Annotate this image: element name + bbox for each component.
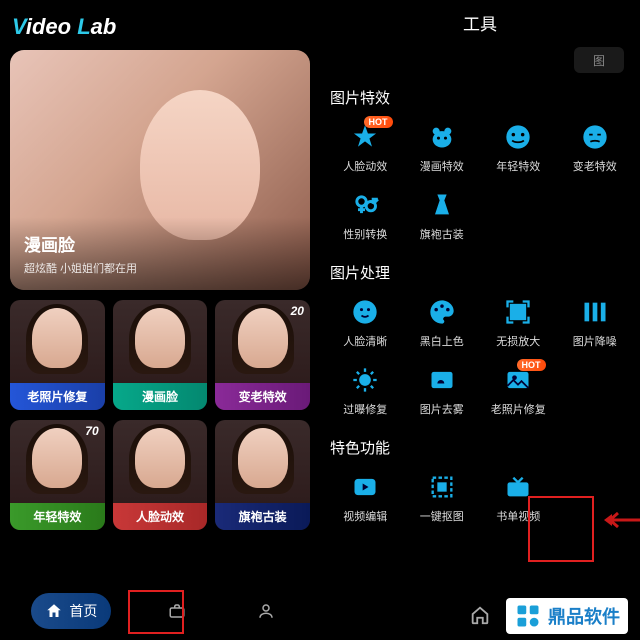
tool-cloud[interactable]: 图片去雾 (407, 359, 478, 423)
bottom-nav: 首页 (10, 586, 310, 640)
gender-icon (350, 190, 380, 220)
bars-icon (580, 297, 610, 327)
card-label: 变老特效 (215, 383, 310, 410)
tool-dress[interactable]: 旗袍古装 (407, 184, 478, 248)
tool-face[interactable]: 人脸清晰 (330, 291, 401, 355)
tool-cutout[interactable]: 一键抠图 (407, 466, 478, 530)
tool-label: 图片去雾 (420, 401, 464, 417)
hero-subtitle: 超炫酷 小姐姐们都在用 (24, 260, 296, 276)
section-title: 特色功能 (330, 431, 630, 466)
tool-expand[interactable]: 无损放大 (483, 291, 554, 355)
watermark: 鼎品软件 (506, 598, 628, 634)
tool-play[interactable]: 视频编辑 (330, 466, 401, 530)
effect-card[interactable]: 漫画脸 (113, 300, 208, 410)
bear-icon (427, 122, 457, 152)
tool-label: 人脸动效 (343, 158, 387, 174)
search-pill[interactable]: 图 (574, 47, 624, 73)
tool-bear[interactable]: 漫画特效 (407, 116, 478, 180)
tool-tv[interactable]: 书单视频 (483, 466, 554, 530)
hero-card[interactable]: 漫画脸 超炫酷 小姐姐们都在用 (10, 50, 310, 290)
card-label: 旗袍古装 (215, 503, 310, 530)
tool-label: 漫画特效 (420, 158, 464, 174)
dress-icon (427, 190, 457, 220)
nav-home[interactable]: 首页 (31, 593, 111, 629)
play-icon (350, 472, 380, 502)
age-badge: 70 (85, 424, 98, 438)
home-screen: Video Lab 漫画脸 超炫酷 小姐姐们都在用 老照片修复漫画脸20变老特效… (0, 0, 320, 640)
palette-icon (427, 297, 457, 327)
tool-sun[interactable]: 过曝修复 (330, 359, 401, 423)
face-icon (350, 297, 380, 327)
tool-bars[interactable]: 图片降噪 (560, 291, 631, 355)
tool-photo[interactable]: HOT 老照片修复 (483, 359, 554, 423)
tool-label: 图片降噪 (573, 333, 617, 349)
tool-label: 无损放大 (496, 333, 540, 349)
hero-title: 漫画脸 (24, 231, 296, 256)
tool-label: 人脸清晰 (343, 333, 387, 349)
tv-icon (503, 472, 533, 502)
tools-screen: 工具 图 图片特效HOT人脸动效漫画特效年轻特效变老特效性别转换旗袍古装图片处理… (320, 0, 640, 640)
tool-label: 过曝修复 (343, 401, 387, 417)
effect-card[interactable]: 旗袍古装 (215, 420, 310, 530)
app-logo: Video Lab (10, 8, 310, 50)
effect-card[interactable]: 70 年轻特效 (10, 420, 105, 530)
smile-icon (503, 122, 533, 152)
home-icon[interactable] (469, 604, 491, 626)
tool-label: 一键抠图 (420, 508, 464, 524)
card-label: 人脸动效 (113, 503, 208, 530)
tool-smile[interactable]: 年轻特效 (483, 116, 554, 180)
home-icon (45, 602, 63, 620)
profile-icon (257, 602, 275, 620)
tool-gender[interactable]: 性别转换 (330, 184, 401, 248)
toolbox-icon (168, 602, 186, 620)
watermark-text: 鼎品软件 (548, 603, 620, 629)
card-label: 年轻特效 (10, 503, 105, 530)
watermark-icon (514, 602, 542, 630)
sun-icon (350, 365, 380, 395)
oldface-icon (580, 122, 610, 152)
tool-label: 变老特效 (573, 158, 617, 174)
tool-palette[interactable]: 黑白上色 (407, 291, 478, 355)
tools-header: 工具 (330, 0, 630, 43)
section-title: 图片处理 (330, 256, 630, 291)
cloud-icon (427, 365, 457, 395)
tool-label: 老照片修复 (491, 401, 546, 417)
tool-label: 年轻特效 (496, 158, 540, 174)
expand-icon (503, 297, 533, 327)
age-badge: 20 (291, 304, 304, 318)
tool-label: 旗袍古装 (420, 226, 464, 242)
hot-badge: HOT (364, 116, 393, 128)
arrow-indicator (598, 508, 640, 532)
tool-label: 黑白上色 (420, 333, 464, 349)
nav-home-label: 首页 (69, 601, 97, 621)
tool-label: 视频编辑 (343, 508, 387, 524)
tool-label: 书单视频 (496, 508, 540, 524)
section-title: 图片特效 (330, 81, 630, 116)
tool-star[interactable]: HOT 人脸动效 (330, 116, 401, 180)
effect-card[interactable]: 人脸动效 (113, 420, 208, 530)
card-label: 老照片修复 (10, 383, 105, 410)
nav-toolbox[interactable] (154, 594, 200, 628)
hot-badge: HOT (517, 359, 546, 371)
tool-label: 性别转换 (343, 226, 387, 242)
effect-card[interactable]: 20 变老特效 (215, 300, 310, 410)
tool-oldface[interactable]: 变老特效 (560, 116, 631, 180)
cutout-icon (427, 472, 457, 502)
effect-card[interactable]: 老照片修复 (10, 300, 105, 410)
card-label: 漫画脸 (113, 383, 208, 410)
nav-profile[interactable] (243, 594, 289, 628)
